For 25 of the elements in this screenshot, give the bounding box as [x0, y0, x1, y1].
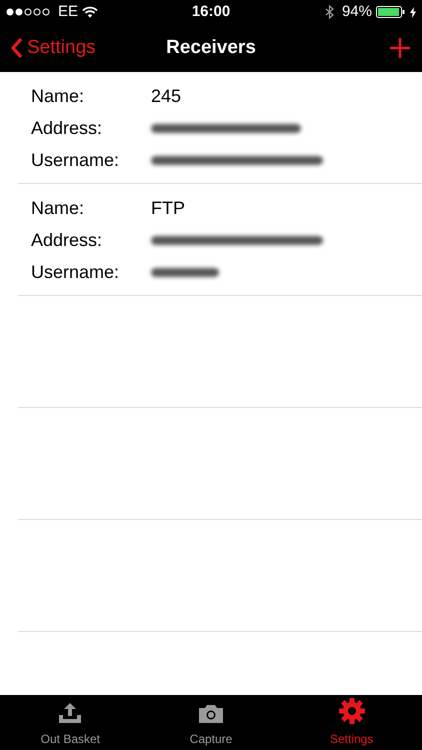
gear-icon	[338, 698, 365, 724]
carrier-name: EE	[58, 2, 78, 22]
field-label: Username:	[31, 260, 120, 284]
field-value: 245	[151, 84, 182, 108]
upload-tray-icon	[58, 702, 82, 724]
clock-time: 16:00	[192, 2, 230, 22]
field-label: Address:	[31, 228, 104, 252]
field-label: Name:	[31, 84, 86, 108]
chevron-left-icon	[10, 37, 23, 59]
camera-icon	[198, 704, 224, 724]
battery-icon	[376, 6, 406, 18]
field-label: Address:	[31, 116, 104, 140]
back-button[interactable]: Settings	[0, 34, 96, 62]
add-icon[interactable]	[390, 38, 410, 58]
battery-percent: 94%	[342, 2, 372, 22]
charging-icon	[410, 6, 416, 18]
screen-title: Receivers	[166, 36, 256, 60]
tab-bar-item[interactable]: Capture	[140, 695, 282, 750]
field-value: FTP	[151, 196, 185, 220]
tab-bar-item[interactable]: Out Basket	[0, 695, 141, 750]
tab-bar-item[interactable]: Settings	[281, 695, 422, 750]
wifi-icon	[82, 6, 98, 18]
field-label: Name:	[31, 196, 86, 220]
bluetooth-icon	[324, 5, 334, 19]
field-label: Username:	[31, 148, 120, 172]
